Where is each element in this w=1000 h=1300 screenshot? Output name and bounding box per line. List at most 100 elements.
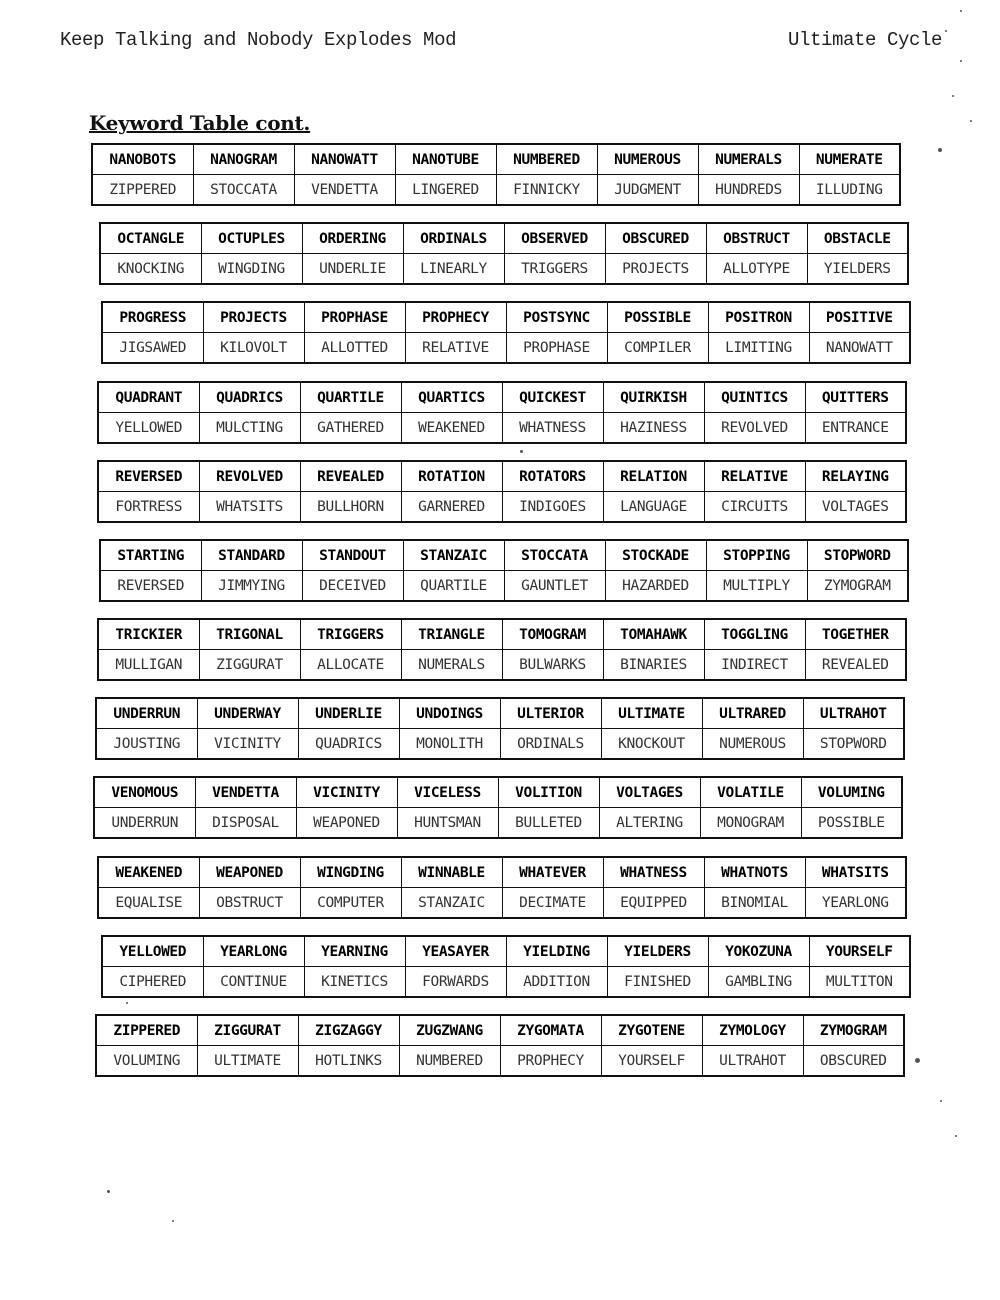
value-cell: LANGUAGE [602,491,705,523]
value-cell: PROPHECY [499,1045,602,1077]
value-cell: VOLTAGES [804,491,907,523]
keyword-cell: STANZAIC [402,539,505,571]
value-cell: HUNDREDS [697,174,800,206]
value-cell: DISPOSAL [194,807,297,839]
keyword-cell: VICELESS [396,776,499,808]
value-cell: ALLOTYPE [705,253,808,285]
keyword-cell: ROTATORS [501,460,604,492]
keyword-cell: NUMEROUS [596,143,699,175]
value-cell: JUDGMENT [596,174,699,206]
value-cell: STOPWORD [802,728,905,760]
keyword-cell: NANOGRAM [192,143,295,175]
value-cell: YIELDERS [806,253,909,285]
keyword-cell: POSTSYNC [505,301,608,333]
keyword-cell: WEAKENED [97,856,200,888]
keyword-cell: VOLITION [497,776,600,808]
keyword-row: TRICKIER TRIGONAL TRIGGERS TRIANGLE TOMOGRAM… [97,618,907,650]
value-cell: UNDERRUN [93,807,196,839]
value-cell: YOURSELF [600,1045,703,1077]
keyword-cell: QUICKEST [501,381,604,413]
keyword-cell: ORDERING [301,222,404,254]
value-cell: NANOWATT [808,332,911,364]
value-cell: BULWARKS [501,649,604,681]
keyword-cell: RELATIVE [703,460,806,492]
keyword-tables: NANOBOTS NANOGRAM NANOWATT NANOTUBE NUMBERED… [0,0,1000,1300]
keyword-cell: ZYGOTENE [600,1014,703,1046]
keyword-cell: PROPHECY [404,301,507,333]
keyword-cell: NUMBERED [495,143,598,175]
value-cell: BULLHORN [299,491,402,523]
value-cell: KINETICS [303,966,406,998]
value-cell: PROJECTS [604,253,707,285]
value-cell: GARNERED [400,491,503,523]
value-cell: PROPHASE [505,332,608,364]
value-cell: RELATIVE [404,332,507,364]
value-cell: MULTITON [808,966,911,998]
keyword-cell: POSITRON [707,301,810,333]
value-cell: DECIMATE [501,887,604,919]
value-cell: STOCCATA [192,174,295,206]
paper-speck [945,30,947,32]
keyword-cell: YIELDERS [606,935,709,967]
keyword-cell: ZYGOMATA [499,1014,602,1046]
keyword-cell: TOGETHER [804,618,907,650]
keyword-cell: UNDERWAY [196,697,299,729]
keyword-cell: OBSERVED [503,222,606,254]
keyword-cell: QUARTILE [299,381,402,413]
keyword-cell: REVERSED [97,460,200,492]
keyword-cell: QUIRKISH [602,381,705,413]
keyword-cell: TRIGONAL [198,618,301,650]
keyword-cell: YELLOWED [101,935,204,967]
keyword-cell: VOLATILE [699,776,802,808]
value-cell: MULCTING [198,412,301,444]
value-row: MULLIGAN ZIGGURAT ALLOCATE NUMERALS BULWARKS… [97,649,907,681]
paper-speck [938,148,942,152]
keyword-cell: YOKOZUNA [707,935,810,967]
value-cell: CIPHERED [101,966,204,998]
value-cell: VENDETTA [293,174,396,206]
value-cell: WINGDING [200,253,303,285]
paper-speck [126,1002,128,1004]
keyword-row: WEAKENED WEAPONED WINGDING WINNABLE WHATEVER… [97,856,907,888]
keyword-cell: VOLUMING [800,776,903,808]
value-cell: BULLETED [497,807,600,839]
keyword-cell: TOMOGRAM [501,618,604,650]
value-row: JOUSTING VICINITY QUADRICS MONOLITH ORDINALS… [95,728,905,760]
keyword-cell: RELATION [602,460,705,492]
value-cell: BINARIES [602,649,705,681]
keyword-cell: STOCKADE [604,539,707,571]
value-cell: INDIGOES [501,491,604,523]
keyword-table: WEAKENED WEAPONED WINGDING WINNABLE WHATEVER… [97,856,907,919]
value-cell: KILOVOLT [202,332,305,364]
value-cell: OBSCURED [802,1045,905,1077]
keyword-table: REVERSED REVOLVED REVEALED ROTATION ROTATORS… [97,460,907,523]
value-cell: COMPILER [606,332,709,364]
value-cell: REVEALED [804,649,907,681]
value-cell: TRIGGERS [503,253,606,285]
value-cell: NUMBERED [398,1045,501,1077]
value-cell: INDIRECT [703,649,806,681]
paper-speck [952,95,954,97]
keyword-cell: ULTIMATE [600,697,703,729]
value-cell: FINISHED [606,966,709,998]
value-cell: HAZINESS [602,412,705,444]
value-cell: NUMEROUS [701,728,804,760]
paper-speck [107,1190,110,1193]
value-cell: FORWARDS [404,966,507,998]
keyword-cell: ULTRARED [701,697,804,729]
value-cell: WEAPONED [295,807,398,839]
value-cell: JIMMYING [200,570,303,602]
keyword-row: STARTING STANDARD STANDOUT STANZAIC STOCCATA… [99,539,909,571]
keyword-cell: ZIGZAGGY [297,1014,400,1046]
keyword-cell: VENOMOUS [93,776,196,808]
value-row: CIPHERED CONTINUE KINETICS FORWARDS ADDITION… [101,966,911,998]
keyword-cell: ZIPPERED [95,1014,198,1046]
keyword-cell: ORDINALS [402,222,505,254]
keyword-cell: WHATNOTS [703,856,806,888]
keyword-cell: ZIGGURAT [196,1014,299,1046]
keyword-row: OCTANGLE OCTUPLES ORDERING ORDINALS OBSERVED… [99,222,909,254]
value-cell: ALLOTTED [303,332,406,364]
keyword-cell: NUMERATE [798,143,901,175]
value-cell: KNOCKOUT [600,728,703,760]
value-cell: GAMBLING [707,966,810,998]
